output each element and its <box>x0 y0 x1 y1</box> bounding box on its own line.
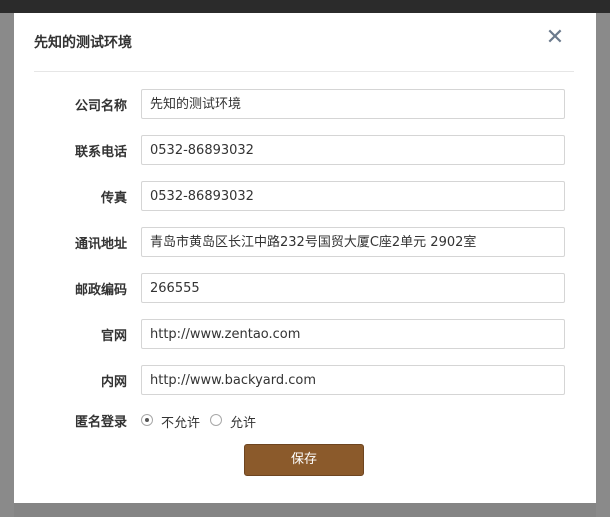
radio-disallow[interactable] <box>141 414 153 426</box>
settings-dialog: 先知的测试环境 ✕ 公司名称 先知的测试环境 联系电话 0532-8689303… <box>14 13 596 503</box>
dialog-title: 先知的测试环境 <box>34 35 132 51</box>
phone-input[interactable]: 0532-86893032 <box>141 135 565 165</box>
label-intranet: 内网 <box>100 375 127 390</box>
divider <box>34 71 574 72</box>
label-address: 通讯地址 <box>74 237 127 252</box>
label-website: 官网 <box>100 329 127 344</box>
save-button[interactable]: 保存 <box>244 444 364 476</box>
fax-input[interactable]: 0532-86893032 <box>141 181 565 211</box>
address-input[interactable]: 青岛市黄岛区长江中路232号国贸大厦C座2单元 2902室 <box>141 227 565 257</box>
top-bar <box>0 0 610 13</box>
intranet-input[interactable]: http://www.backyard.com <box>141 365 565 395</box>
label-company-name: 公司名称 <box>74 99 127 114</box>
label-anonymous-login: 匿名登录 <box>74 415 127 430</box>
background-overlay-right <box>596 13 610 517</box>
radio-allow-label[interactable]: 允许 <box>230 412 256 431</box>
label-phone: 联系电话 <box>74 145 127 160</box>
label-zipcode: 邮政编码 <box>74 283 127 298</box>
radio-disallow-label[interactable]: 不允许 <box>161 412 200 431</box>
radio-allow[interactable] <box>210 414 222 426</box>
background-overlay-left <box>0 13 14 517</box>
website-input[interactable]: http://www.zentao.com <box>141 319 565 349</box>
zipcode-input[interactable]: 266555 <box>141 273 565 303</box>
close-icon[interactable]: ✕ <box>542 25 568 51</box>
label-fax: 传真 <box>100 191 127 206</box>
company-name-input[interactable]: 先知的测试环境 <box>141 89 565 119</box>
